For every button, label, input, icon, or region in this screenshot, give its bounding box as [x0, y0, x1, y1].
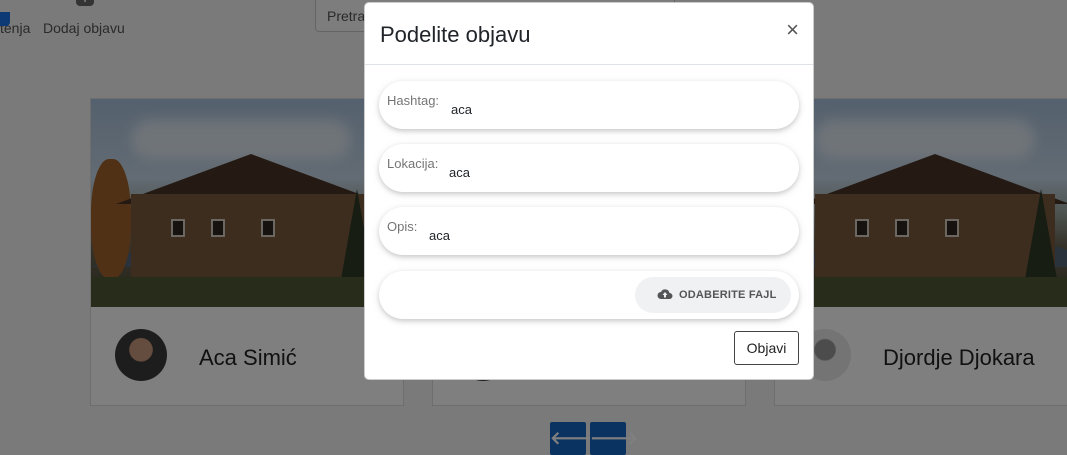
hashtag-field[interactable]: Hashtag: aca	[379, 81, 799, 129]
modal-header: Podelite objavu ×	[365, 3, 813, 65]
choose-file-label: ODABERITE FAJL	[679, 289, 777, 301]
close-icon[interactable]: ×	[786, 19, 799, 41]
hashtag-input[interactable]: aca	[451, 102, 472, 117]
description-input[interactable]: aca	[429, 228, 450, 243]
share-post-modal: Podelite objavu × Hashtag: aca Lokacija:…	[364, 2, 814, 380]
hashtag-label: Hashtag:	[387, 93, 440, 108]
publish-button[interactable]: Objavi	[734, 331, 799, 365]
modal-title: Podelite objavu	[380, 22, 531, 47]
description-label: Opis:	[387, 219, 418, 234]
location-label: Lokacija:	[387, 156, 439, 171]
description-field[interactable]: Opis: aca	[379, 207, 799, 255]
location-field[interactable]: Lokacija: aca	[379, 144, 799, 192]
location-input[interactable]: aca	[449, 165, 470, 180]
file-field: ODABERITE FAJL	[379, 271, 799, 319]
cloud-upload-icon	[657, 289, 673, 299]
choose-file-button[interactable]: ODABERITE FAJL	[635, 277, 791, 313]
